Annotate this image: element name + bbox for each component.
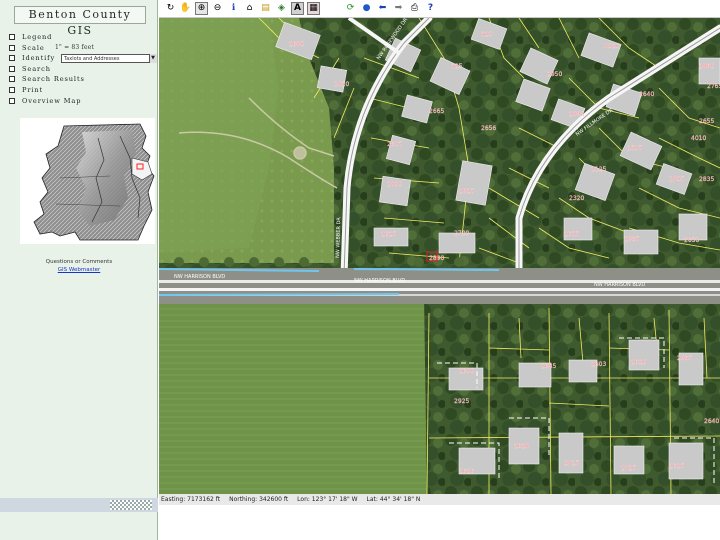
overview-map[interactable] [20, 118, 155, 244]
menu-item-overview-map[interactable]: Overview Map [9, 96, 157, 107]
pan-hand-icon[interactable]: ✋ [179, 2, 192, 15]
print-icon[interactable]: ⎙ [408, 2, 421, 15]
parcel-label: 4010 [691, 135, 706, 142]
progress-indicator [110, 500, 152, 510]
parcel-label: 2680 [289, 41, 304, 48]
menu-checkbox-overview-map[interactable] [9, 97, 15, 104]
parcel-label: 2995 [569, 111, 584, 118]
parcel-label: 2860 [699, 63, 714, 70]
redraw-icon[interactable]: ⟳ [344, 2, 357, 15]
menu-item-print[interactable]: Print [9, 85, 157, 96]
parcel-label: 2815 [621, 465, 636, 472]
menu-item-scale[interactable]: Scale 1" = 83 feet [9, 43, 157, 54]
menu-checkbox-scale[interactable] [9, 44, 15, 51]
parcel-label: 1535 [627, 145, 642, 152]
parcel-label: 2650 [684, 237, 699, 244]
parcel-label: 420 [481, 31, 493, 38]
menu-checkbox-identify[interactable] [9, 55, 15, 62]
longitude-readout: Lon: 123° 17' 18" W [297, 496, 358, 503]
parcel-label: 2125 [591, 166, 606, 173]
parcel-label: 3020 [604, 43, 619, 50]
menu-checkbox-legend[interactable] [9, 34, 15, 40]
aerial-map[interactable]: NW ROSEWOOD DR NW FILLMORE DR NW WEBBER … [159, 18, 720, 494]
zoom-in-icon[interactable]: ⊕ [195, 2, 208, 15]
menu-item-identify[interactable]: Identify Taxlots and Addresses ▼ [9, 53, 157, 64]
parcel-label: 2965 [677, 355, 692, 362]
menu-item-label: Legend [22, 33, 53, 41]
easting-readout: Easting: 7173162 ft [161, 496, 221, 503]
street-label: NW HARRISON BLVD [174, 274, 225, 280]
menu-item-label: Print [22, 85, 44, 94]
parcel-label: 2630 [459, 368, 474, 375]
parcel-label: 2655 [564, 231, 579, 238]
overview-county-shape [33, 123, 155, 241]
menu-item-search-results[interactable]: Search Results [9, 74, 157, 85]
parcel-label: 1805 [669, 176, 684, 183]
parcel-label: 2925 [459, 188, 474, 195]
parcel-label: 2655 [699, 118, 714, 125]
parcel-label: 2965 [624, 236, 639, 243]
sidebar: Benton County GIS Legend Scale 1" = 83 f… [0, 0, 158, 540]
webmaster-link[interactable]: GIS Webmaster [0, 267, 158, 273]
parcel-label: 2720 [454, 230, 469, 237]
menu-item-search[interactable]: Search [9, 64, 157, 75]
parcel-label: 2640 [704, 418, 719, 425]
parcel-label: 2815 [564, 460, 579, 467]
parcel-label: 2626 [459, 468, 474, 475]
refresh-icon[interactable]: ↻ [164, 2, 177, 15]
questions-text: Questions or Comments [45, 259, 113, 265]
layers-icon[interactable]: ◈ [275, 2, 288, 15]
menu-item-legend[interactable]: Legend [9, 32, 157, 43]
parcel-label: 2635 [387, 141, 402, 148]
menu-item-label: Scale [22, 43, 45, 52]
menu-panel: Legend Scale 1" = 83 feet Identify Taxlo… [9, 32, 157, 106]
menu-checkbox-search[interactable] [9, 65, 15, 72]
parcel-label: 2950 [547, 71, 562, 78]
menu-item-label: Overview Map [22, 96, 82, 105]
parcel-label: 2665 [429, 108, 444, 115]
parcel-label: 2625 [381, 231, 396, 238]
menu-checkbox-print[interactable] [9, 86, 15, 93]
parcel-label: 2925 [454, 398, 469, 405]
folder-icon[interactable]: ▤ [259, 2, 272, 15]
parcel-label: 425 [451, 63, 463, 70]
help-icon[interactable]: ? [424, 2, 437, 15]
parcel-label: 2765 [707, 83, 720, 90]
map-toolbar: ↻ ✋ ⊕ ⊖ ℹ ⌂ ▤ ◈ A ▦ ⟳ ● ⬅ ➡ ⎙ ? [159, 0, 720, 18]
parcel-label: 2603 [591, 361, 606, 368]
label-icon[interactable]: A [291, 2, 304, 15]
parcel-label: 2615 [669, 463, 684, 470]
parcel-label: 2656 [481, 125, 496, 132]
scale-value: 1" = 83 feet [55, 43, 95, 51]
app-window: Benton County GIS Legend Scale 1" = 83 f… [0, 0, 720, 540]
measure-icon[interactable]: ⌂ [243, 2, 256, 15]
street-label: NW HARRISON BLVD [594, 282, 645, 288]
northing-readout: Northing: 342600 ft [229, 496, 289, 503]
parcel-label: 2835 [699, 176, 714, 183]
menu-item-label: Search [22, 64, 51, 73]
menu-checkbox-search-results[interactable] [9, 76, 15, 83]
zoom-out-icon[interactable]: ⊖ [211, 2, 224, 15]
identify-layer-select[interactable]: Taxlots and Addresses [61, 54, 157, 64]
info-icon[interactable]: ℹ [227, 2, 240, 15]
parcel-label: 2640 [639, 91, 654, 98]
coordinate-status-bar: Easting: 7173162 ft Northing: 342600 ft … [159, 494, 720, 505]
parcel-label: 2628 [514, 443, 529, 450]
select-icon[interactable]: ▦ [307, 2, 320, 15]
street-label: NW HARRISON BLVD [354, 278, 405, 284]
parcel-label: 1810 [334, 81, 349, 88]
back-arrow-icon[interactable]: ⬅ [376, 2, 389, 15]
parcel-label: 2610 [631, 359, 646, 366]
latitude-readout: Lat: 44° 34' 18" N [366, 496, 421, 503]
parcel-label: 2830 [387, 181, 402, 188]
globe-icon[interactable]: ● [360, 2, 373, 15]
forward-arrow-icon[interactable]: ➡ [392, 2, 405, 15]
menu-item-label: Identify [22, 54, 56, 63]
app-title: Benton County GIS [14, 6, 146, 37]
sidebar-footer [0, 498, 158, 512]
map-view[interactable]: NW ROSEWOOD DR NW FILLMORE DR NW WEBBER … [159, 18, 720, 494]
parcel-label: 2685 [541, 363, 556, 370]
menu-item-label: Search Results [22, 75, 85, 84]
parcel-label: 2320 [569, 195, 584, 202]
